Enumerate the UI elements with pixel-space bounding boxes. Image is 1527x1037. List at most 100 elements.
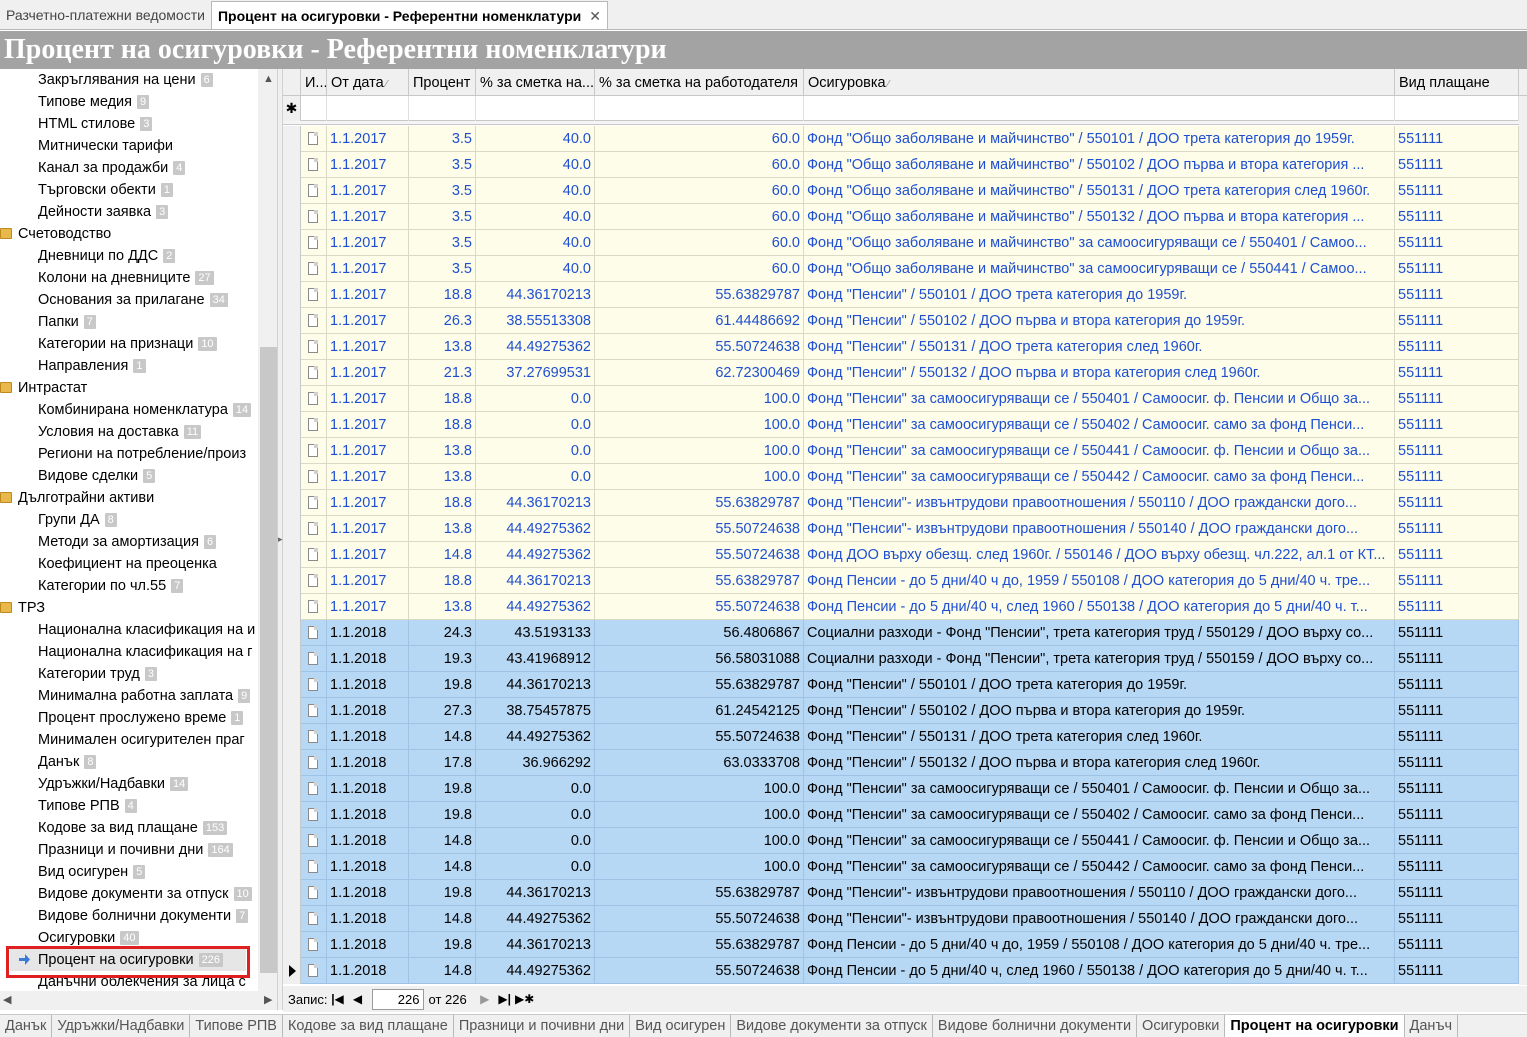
cell-ins[interactable]: Фонд "Пенсии" за самоосигуряващи се / 55…: [804, 828, 1395, 854]
cell-ins[interactable]: Фонд "Пенсии" за самоосигуряващи се / 55…: [804, 464, 1395, 490]
table-row[interactable]: 1.1.2018 14.8 0.0 100.0 Фонд "Пенсии" за сам…: [283, 854, 1519, 880]
cell-pct[interactable]: 24.3: [409, 620, 476, 646]
table-row[interactable]: 1.1.2018 19.8 44.36170213 55.63829787 Фонд "…: [283, 880, 1519, 906]
cell-emp[interactable]: 44.49275362: [476, 542, 595, 568]
cell-pay[interactable]: 551111: [1395, 204, 1519, 230]
sidebar-item[interactable]: Папки 7: [0, 311, 96, 333]
cell-date[interactable]: 1.1.2017: [327, 412, 409, 438]
row-indicator[interactable]: [283, 646, 301, 672]
sidebar-item[interactable]: Минимален осигурителен праг: [0, 729, 245, 751]
cell-date[interactable]: 1.1.2018: [327, 958, 409, 984]
cell-pct[interactable]: 14.8: [409, 724, 476, 750]
sidebar-item[interactable]: Методи за амортизация 6: [0, 531, 217, 553]
sidebar-item[interactable]: Дейности заявка 3: [0, 201, 169, 223]
bottom-tab[interactable]: Процент на осигуровки: [1225, 1015, 1405, 1037]
cell-date[interactable]: 1.1.2018: [327, 672, 409, 698]
table-row[interactable]: 1.1.2017 3.5 40.0 60.0 Фонд "Общо заболяване…: [283, 126, 1519, 152]
cell-ins[interactable]: Социални разходи - Фонд "Пенсии", трета …: [804, 620, 1395, 646]
row-indicator[interactable]: [283, 126, 301, 152]
sidebar-item[interactable]: Национална класификация на и: [0, 619, 255, 641]
cell-er[interactable]: 100.0: [595, 412, 804, 438]
previous-record-icon[interactable]: ◀: [348, 989, 368, 1009]
cell-emp[interactable]: 37.27699531: [476, 360, 595, 386]
cell-ins[interactable]: Фонд "Общо заболяване и майчинство" за с…: [804, 230, 1395, 256]
sidebar-item[interactable]: Основания за прилагане 34: [0, 289, 228, 311]
sidebar-item[interactable]: Счетоводство: [0, 223, 111, 245]
row-indicator[interactable]: [283, 334, 301, 360]
table-row[interactable]: 1.1.2018 14.8 44.49275362 55.50724638 Фонд "…: [283, 724, 1519, 750]
cell-ins[interactable]: Фонд "Пенсии" / 550101 / ДОО трета катег…: [804, 672, 1395, 698]
row-indicator[interactable]: [283, 308, 301, 334]
cell-date[interactable]: 1.1.2017: [327, 386, 409, 412]
bottom-tab[interactable]: Видове болнични документи: [933, 1015, 1138, 1037]
table-row[interactable]: 1.1.2017 3.5 40.0 60.0 Фонд "Общо заболяване…: [283, 230, 1519, 256]
cell-er[interactable]: 60.0: [595, 204, 804, 230]
cell-date[interactable]: 1.1.2017: [327, 256, 409, 282]
cell-date[interactable]: 1.1.2018: [327, 828, 409, 854]
cell-date[interactable]: 1.1.2017: [327, 360, 409, 386]
row-indicator[interactable]: [283, 256, 301, 282]
cell-date[interactable]: 1.1.2017: [327, 516, 409, 542]
cell-pct[interactable]: 19.8: [409, 802, 476, 828]
cell-er[interactable]: 55.50724638: [595, 334, 804, 360]
table-row[interactable]: 1.1.2018 14.8 0.0 100.0 Фонд "Пенсии" за сам…: [283, 828, 1519, 854]
cell-pay[interactable]: 551111: [1395, 230, 1519, 256]
cell-pay[interactable]: 551111: [1395, 438, 1519, 464]
row-indicator[interactable]: [283, 360, 301, 386]
new-row-cell[interactable]: [595, 96, 804, 121]
cell-emp[interactable]: 40.0: [476, 256, 595, 282]
cell-emp[interactable]: 44.49275362: [476, 594, 595, 620]
cell-pct[interactable]: 3.5: [409, 126, 476, 152]
cell-er[interactable]: 100.0: [595, 438, 804, 464]
sidebar-item[interactable]: Минимална работна заплата 9: [0, 685, 251, 707]
close-icon[interactable]: ✕: [589, 2, 601, 30]
row-indicator[interactable]: [283, 542, 301, 568]
cell-emp[interactable]: 0.0: [476, 828, 595, 854]
cell-date[interactable]: 1.1.2017: [327, 438, 409, 464]
cell-date[interactable]: 1.1.2018: [327, 854, 409, 880]
cell-date[interactable]: 1.1.2017: [327, 464, 409, 490]
row-indicator[interactable]: [283, 594, 301, 620]
cell-pct[interactable]: 14.8: [409, 542, 476, 568]
cell-er[interactable]: 56.4806867: [595, 620, 804, 646]
cell-emp[interactable]: 40.0: [476, 230, 595, 256]
table-row[interactable]: 1.1.2018 19.8 0.0 100.0 Фонд "Пенсии" за сам…: [283, 776, 1519, 802]
cell-emp[interactable]: 0.0: [476, 464, 595, 490]
cell-er[interactable]: 62.72300469: [595, 360, 804, 386]
column-header[interactable]: % за сметка на работодателя: [595, 69, 804, 96]
cell-ins[interactable]: Фонд "Общо заболяване и майчинство" / 55…: [804, 178, 1395, 204]
cell-emp[interactable]: 36.966292: [476, 750, 595, 776]
cell-pct[interactable]: 19.8: [409, 776, 476, 802]
row-indicator[interactable]: [283, 178, 301, 204]
table-row[interactable]: 1.1.2018 14.8 44.49275362 55.50724638 Фонд "…: [283, 906, 1519, 932]
cell-er[interactable]: 55.63829787: [595, 932, 804, 958]
cell-pay[interactable]: 551111: [1395, 724, 1519, 750]
row-indicator[interactable]: [283, 230, 301, 256]
bottom-tab[interactable]: Кодове за вид плащане: [283, 1015, 454, 1037]
row-indicator[interactable]: [283, 932, 301, 958]
cell-ins[interactable]: Фонд "Пенсии" за самоосигуряващи се / 55…: [804, 854, 1395, 880]
row-indicator[interactable]: [283, 204, 301, 230]
cell-pay[interactable]: 551111: [1395, 178, 1519, 204]
cell-ins[interactable]: Фонд "Пенсии"- извънтрудови правоотношен…: [804, 490, 1395, 516]
cell-pct[interactable]: 19.8: [409, 932, 476, 958]
table-row[interactable]: 1.1.2017 14.8 44.49275362 55.50724638 Фонд Д…: [283, 542, 1519, 568]
cell-er[interactable]: 55.50724638: [595, 594, 804, 620]
cell-emp[interactable]: 44.49275362: [476, 958, 595, 984]
cell-pay[interactable]: 551111: [1395, 932, 1519, 958]
sidebar-item[interactable]: Колони на дневниците 27: [0, 267, 214, 289]
cell-ins[interactable]: Фонд "Пенсии" за самоосигуряващи се / 55…: [804, 412, 1395, 438]
table-row[interactable]: 1.1.2018 24.3 43.5193133 56.4806867 Социални…: [283, 620, 1519, 646]
bottom-tab[interactable]: Вид осигурен: [630, 1015, 732, 1037]
cell-pct[interactable]: 17.8: [409, 750, 476, 776]
cell-date[interactable]: 1.1.2017: [327, 542, 409, 568]
cell-ins[interactable]: Фонд "Пенсии" / 550132 / ДОО първа и вто…: [804, 750, 1395, 776]
cell-pay[interactable]: 551111: [1395, 412, 1519, 438]
cell-pct[interactable]: 3.5: [409, 256, 476, 282]
cell-emp[interactable]: 40.0: [476, 152, 595, 178]
table-row[interactable]: 1.1.2017 13.8 0.0 100.0 Фонд "Пенсии" за сам…: [283, 464, 1519, 490]
cell-er[interactable]: 100.0: [595, 828, 804, 854]
row-indicator[interactable]: [283, 464, 301, 490]
cell-er[interactable]: 100.0: [595, 854, 804, 880]
cell-er[interactable]: 100.0: [595, 776, 804, 802]
